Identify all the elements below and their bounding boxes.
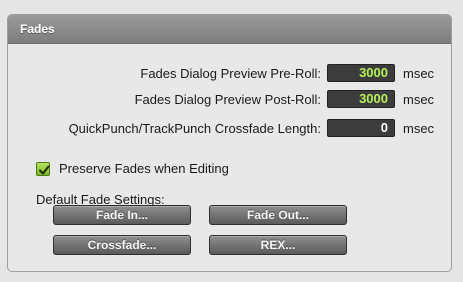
checkmark-icon	[39, 165, 50, 174]
preferences-window: Fades Fades Dialog Preview Pre-Roll: 300…	[0, 0, 463, 282]
rex-button[interactable]: REX...	[209, 235, 347, 255]
post-roll-label: Fades Dialog Preview Post-Roll:	[134, 91, 321, 107]
pre-roll-input[interactable]: 3000	[327, 64, 395, 82]
crossfade-button[interactable]: Crossfade...	[53, 235, 191, 255]
preserve-fades-option[interactable]: Preserve Fades when Editing	[36, 161, 229, 176]
post-roll-input[interactable]: 3000	[327, 90, 395, 108]
post-roll-row: Fades Dialog Preview Post-Roll: 3000 mse…	[134, 90, 434, 108]
pre-roll-unit: msec	[403, 65, 435, 81]
fade-out-button[interactable]: Fade Out...	[209, 205, 347, 225]
fades-panel: Fades Fades Dialog Preview Pre-Roll: 300…	[7, 14, 452, 272]
preserve-fades-checkbox[interactable]	[36, 161, 50, 176]
pre-roll-label: Fades Dialog Preview Pre-Roll:	[140, 65, 321, 81]
pre-roll-row: Fades Dialog Preview Pre-Roll: 3000 msec	[140, 64, 434, 82]
crossfade-length-row: QuickPunch/TrackPunch Crossfade Length: …	[68, 119, 434, 137]
crossfade-length-label: QuickPunch/TrackPunch Crossfade Length:	[68, 120, 321, 136]
panel-title: Fades	[20, 22, 55, 36]
post-roll-unit: msec	[403, 91, 435, 107]
fade-in-button[interactable]: Fade In...	[53, 205, 191, 225]
preserve-fades-label: Preserve Fades when Editing	[59, 161, 229, 176]
crossfade-length-unit: msec	[403, 120, 435, 136]
panel-header: Fades	[8, 15, 451, 44]
crossfade-length-input[interactable]: 0	[327, 119, 395, 137]
